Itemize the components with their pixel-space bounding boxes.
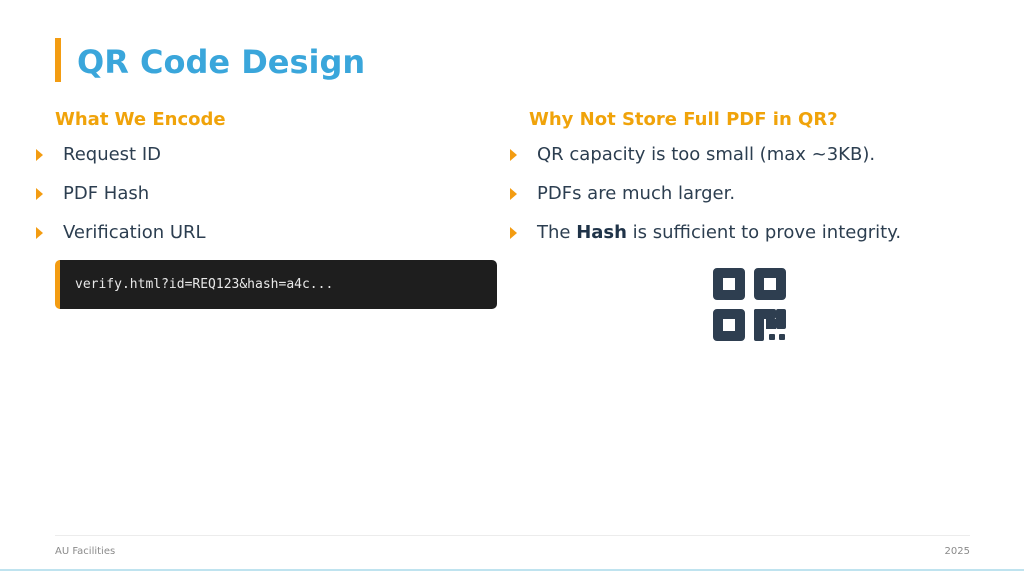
- bullet-arrow-icon: [510, 227, 517, 239]
- right-column-heading: Why Not Store Full PDF in QR?: [529, 109, 838, 130]
- bullet-arrow-icon: [36, 227, 43, 239]
- bullet-arrow-icon: [36, 149, 43, 161]
- title-accent-bar: [55, 38, 61, 82]
- bold-term: Hash: [576, 222, 627, 243]
- bullet-arrow-icon: [510, 149, 517, 161]
- bullet-arrow-icon: [510, 188, 517, 200]
- qr-code-icon: [713, 268, 786, 341]
- footer-organization: AU Facilities: [55, 546, 116, 557]
- footer-year: 2025: [944, 546, 970, 557]
- footer-divider: [55, 535, 970, 536]
- slide-title: QR Code Design: [77, 43, 366, 81]
- left-column-heading: What We Encode: [55, 109, 226, 130]
- code-text: verify.html?id=REQ123&hash=a4c...: [75, 277, 334, 292]
- bullet-arrow-icon: [36, 188, 43, 200]
- slide: QR Code Design What We Encode Request ID…: [0, 0, 1024, 571]
- code-block: verify.html?id=REQ123&hash=a4c...: [55, 260, 497, 309]
